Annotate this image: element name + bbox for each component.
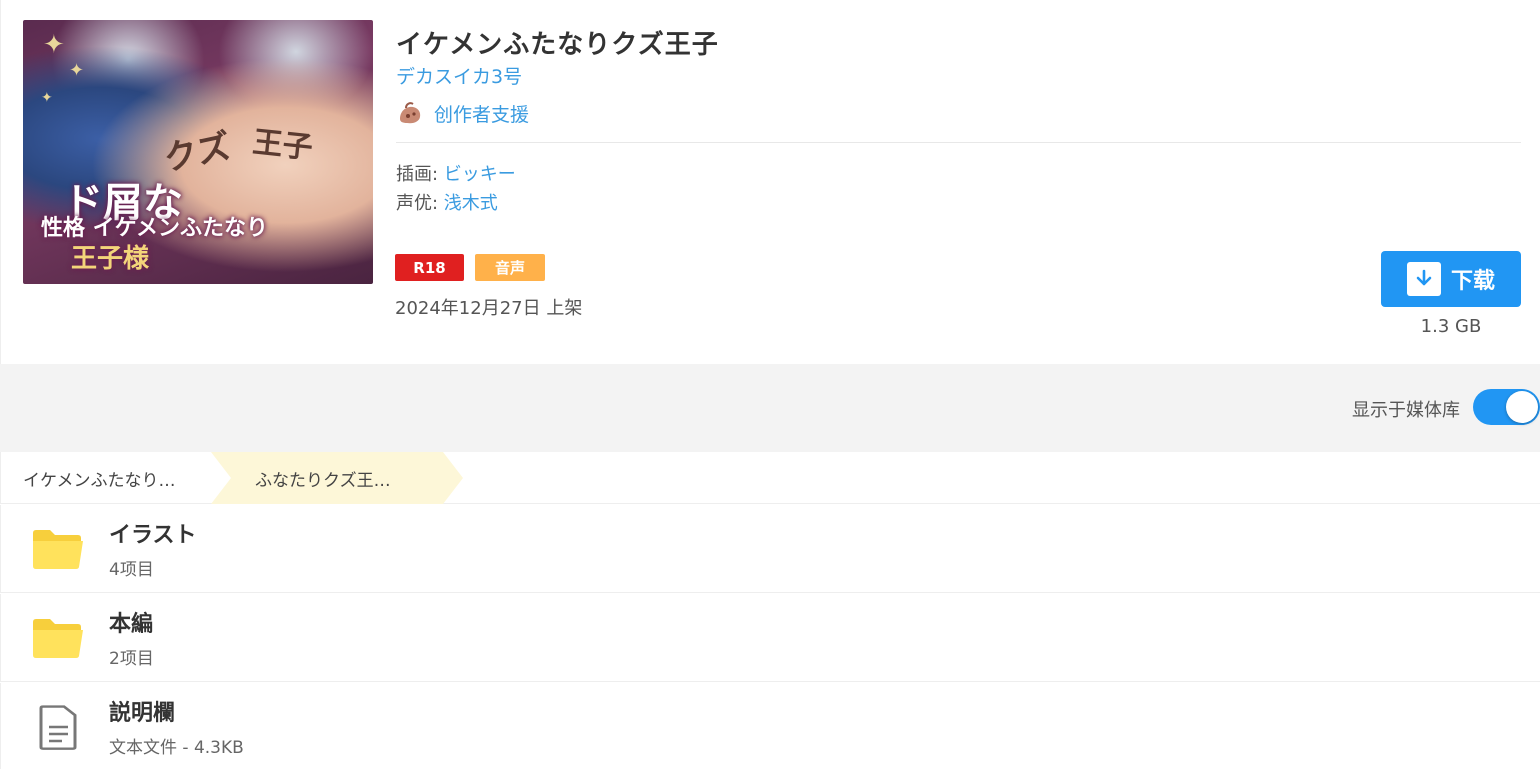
download-arrow-icon [1406,262,1441,296]
cover-text: 王子様 [71,244,150,274]
work-title: イケメンふたなりクズ王子 [396,30,719,60]
illustrator-link[interactable]: ビッキー [444,164,516,185]
creator-support-link[interactable]: 创作者支援 [396,99,529,127]
file-size: 1.3 GB [1420,316,1482,337]
credit-label: 声优: [396,193,444,214]
credit-voice-actor: 声优: 浅木式 [396,189,498,215]
cover-text: 王子 [250,124,315,167]
document-icon [39,705,77,750]
item-name: イラスト [109,523,197,548]
sparkle-icon: ✦ [41,90,53,106]
item-meta: 4项目 [109,560,154,580]
sparkle-icon: ✦ [69,60,85,81]
toggle-knob [1506,391,1538,423]
breadcrumb: イケメンふたなり… ふなたりクズ王… [0,452,1540,504]
tag-voice[interactable]: 音声 [475,254,545,281]
tag-list: R18 音声 [395,254,545,281]
item-name: 本編 [109,612,154,637]
list-item[interactable]: イラスト 4项目 [0,505,1540,593]
support-label: 创作者支援 [434,103,530,126]
work-header-card: ✦ ✦ ✦ クズ 王子 ド屑な 性格 イケメンふたなり 王子様 イケメンふたなり… [0,0,1540,364]
credit-label: 插画: [396,164,444,185]
breadcrumb-item[interactable]: イケメンふたなり… [23,452,176,504]
download-label: 下载 [1450,269,1495,294]
item-name: 説明欄 [109,701,176,726]
item-meta: 2项目 [109,649,154,669]
breadcrumb-item-current[interactable]: ふなたりクズ王… [211,452,463,504]
folder-icon [33,619,83,658]
list-item[interactable]: 説明欄 文本文件 - 4.3KB [0,683,1540,769]
sparkle-icon: ✦ [43,30,65,60]
media-library-toggle[interactable] [1473,389,1540,425]
item-meta: 文本文件 - 4.3KB [109,738,244,758]
folder-icon [33,530,83,569]
credit-illustrator: 插画: ビッキー [396,160,516,186]
media-toolbar: 显示于媒体库 [0,364,1540,452]
release-date: 2024年12月27日 上架 [395,298,583,319]
tag-r18[interactable]: R18 [395,254,464,281]
divider [396,142,1521,143]
cover-image[interactable]: ✦ ✦ ✦ クズ 王子 ド屑な 性格 イケメンふたなり 王子様 [23,20,373,284]
media-library-toggle-label: 显示于媒体库 [1352,400,1460,421]
circle-link[interactable]: デカスイカ3号 [396,62,522,89]
download-button[interactable]: 下载 [1381,251,1521,307]
list-item[interactable]: 本編 2项目 [0,594,1540,682]
voice-actor-link[interactable]: 浅木式 [444,193,498,214]
support-bag-icon [400,102,421,124]
